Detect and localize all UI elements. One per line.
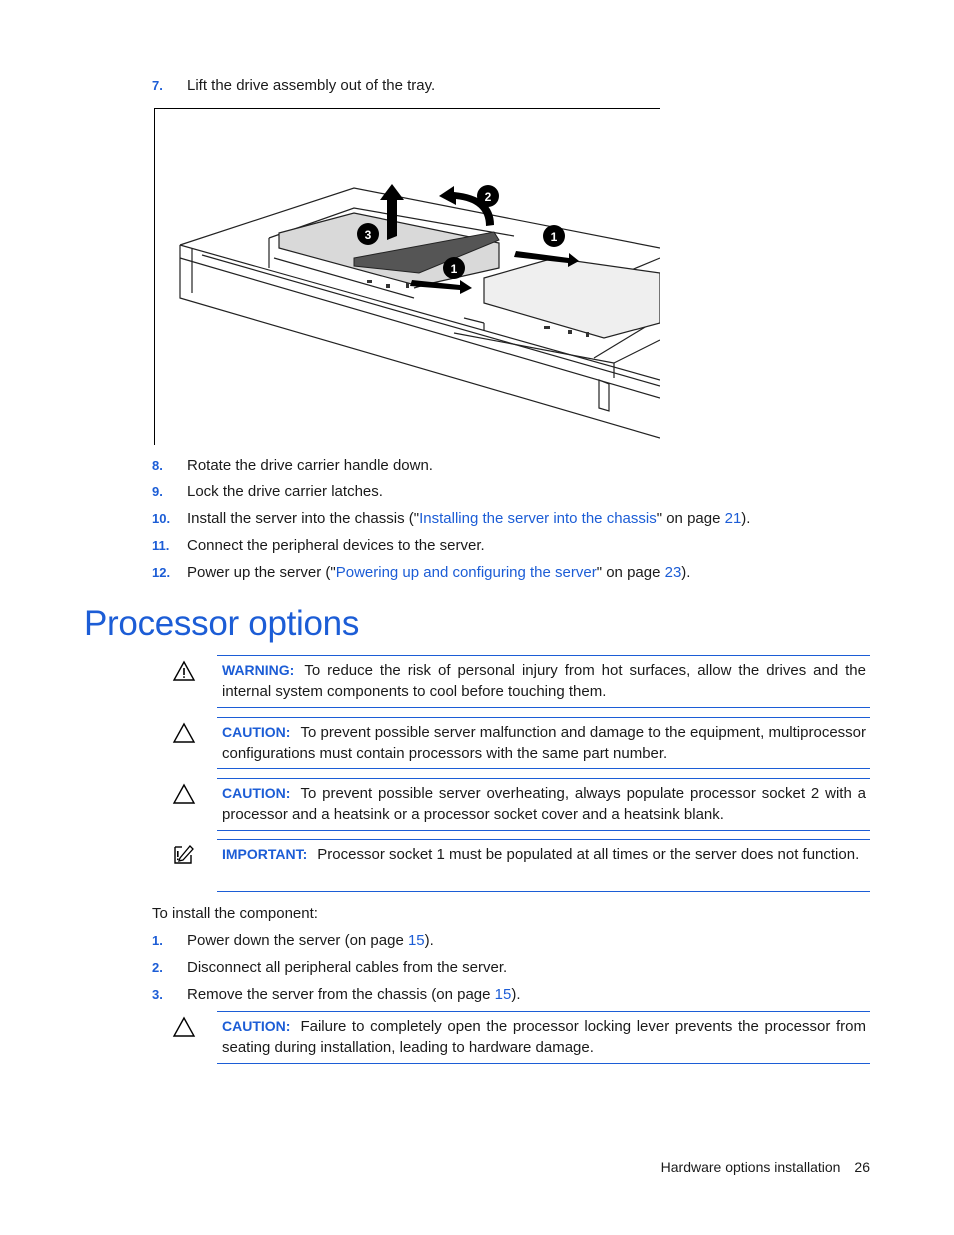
caution-icon xyxy=(172,722,196,743)
step-number: 2. xyxy=(152,960,163,975)
step-number: 9. xyxy=(152,484,163,499)
step-10: 10. Install the server into the chassis (… xyxy=(152,509,750,529)
caution-icon xyxy=(172,1016,196,1037)
note-text: Processor socket 1 must be populated at … xyxy=(317,846,860,863)
svg-text:3: 3 xyxy=(365,228,372,242)
note-label: IMPORTANT: xyxy=(222,846,308,862)
note-text: To prevent possible server malfunction a… xyxy=(222,724,866,762)
step-text: ). xyxy=(511,986,521,1003)
drive-removal-figure: 1 2 3 1 xyxy=(154,108,660,445)
step-number: 10. xyxy=(152,511,171,526)
svg-text:2: 2 xyxy=(485,190,492,204)
step-text: Power down the server (on page xyxy=(187,932,408,949)
page-link-21[interactable]: 21 xyxy=(725,510,742,527)
step-text: ). xyxy=(741,510,751,527)
caution-note: CAUTION: To prevent possible server malfu… xyxy=(217,717,870,764)
callout-1: 1 xyxy=(543,225,565,247)
important-note: IMPORTANT: Processor socket 1 must be pop… xyxy=(217,839,870,865)
step-text: Power up the server (" xyxy=(187,564,336,581)
warning-note: WARNING: To reduce the risk of personal i… xyxy=(217,655,870,702)
install-step-3: 3. Remove the server from the chassis (on… xyxy=(152,985,521,1005)
note-divider xyxy=(217,830,870,831)
step-text: " on page xyxy=(656,510,725,527)
step-text: Lock the drive carrier latches. xyxy=(187,483,383,500)
step-text: ). xyxy=(424,932,434,949)
footer-section: Hardware options installation xyxy=(660,1159,841,1175)
callout-3: 3 xyxy=(357,223,379,245)
step-number: 11. xyxy=(152,538,170,553)
note-divider xyxy=(217,768,870,769)
note-label: CAUTION: xyxy=(222,785,291,801)
svg-text:1: 1 xyxy=(451,262,458,276)
step-12: 12. Power up the server ("Powering up and… xyxy=(152,563,690,583)
step-9: 9. Lock the drive carrier latches. xyxy=(152,482,383,502)
page-link-23[interactable]: 23 xyxy=(665,564,682,581)
install-intro: To install the component: xyxy=(152,905,318,922)
step-number: 3. xyxy=(152,987,163,1002)
page-link-15[interactable]: 15 xyxy=(495,986,512,1003)
caution-note-locking-lever: CAUTION: Failure to completely open the p… xyxy=(217,1011,870,1058)
page-link-15[interactable]: 15 xyxy=(408,932,425,949)
caution-icon xyxy=(172,783,196,804)
note-text: To reduce the risk of personal injury fr… xyxy=(222,662,866,700)
step-text: Lift the drive assembly out of the tray. xyxy=(187,77,436,94)
note-divider xyxy=(217,707,870,708)
section-title: Processor options xyxy=(84,604,360,643)
install-step-1: 1. Power down the server (on page 15). xyxy=(152,931,434,951)
note-label: CAUTION: xyxy=(222,1018,291,1034)
drive-illustration: 1 2 3 1 xyxy=(154,108,660,445)
warning-icon xyxy=(172,660,196,681)
note-label: CAUTION: xyxy=(222,724,291,740)
step-text: Connect the peripheral devices to the se… xyxy=(187,537,485,554)
step-number: 7. xyxy=(152,78,163,93)
step-8: 8. Rotate the drive carrier handle down. xyxy=(152,456,433,476)
install-step-2: 2. Disconnect all peripheral cables from … xyxy=(152,958,507,978)
caution-note: CAUTION: To prevent possible server overh… xyxy=(217,778,870,825)
step-text: Remove the server from the chassis (on p… xyxy=(187,986,495,1003)
step-text: Rotate the drive carrier handle down. xyxy=(187,457,433,474)
important-icon xyxy=(174,845,194,864)
svg-text:1: 1 xyxy=(551,230,558,244)
note-label: WARNING: xyxy=(222,662,295,678)
second-drive xyxy=(483,257,660,339)
step-7: 7. Lift the drive assembly out of the tra… xyxy=(152,76,435,96)
link-powering-up[interactable]: Powering up and configuring the server xyxy=(336,564,597,581)
step-11: 11. Connect the peripheral devices to the… xyxy=(152,536,485,556)
step-text: Install the server into the chassis (" xyxy=(187,510,420,527)
note-text: Failure to completely open the processor… xyxy=(222,1018,866,1056)
page-number: 26 xyxy=(854,1159,870,1175)
step-text: ). xyxy=(681,564,691,581)
step-text: " on page xyxy=(596,564,665,581)
step-number: 8. xyxy=(152,458,163,473)
page-footer: Hardware options installation 26 xyxy=(661,1157,870,1177)
callout-2: 2 xyxy=(477,185,499,207)
step-number: 12. xyxy=(152,565,171,580)
callout-1-lower: 1 xyxy=(443,257,465,279)
link-installing-server[interactable]: Installing the server into the chassis xyxy=(419,510,657,527)
note-divider xyxy=(217,891,870,892)
step-number: 1. xyxy=(152,933,163,948)
step-text: Disconnect all peripheral cables from th… xyxy=(187,959,508,976)
note-text: To prevent possible server overheating, … xyxy=(222,785,866,823)
note-divider xyxy=(217,1063,870,1064)
